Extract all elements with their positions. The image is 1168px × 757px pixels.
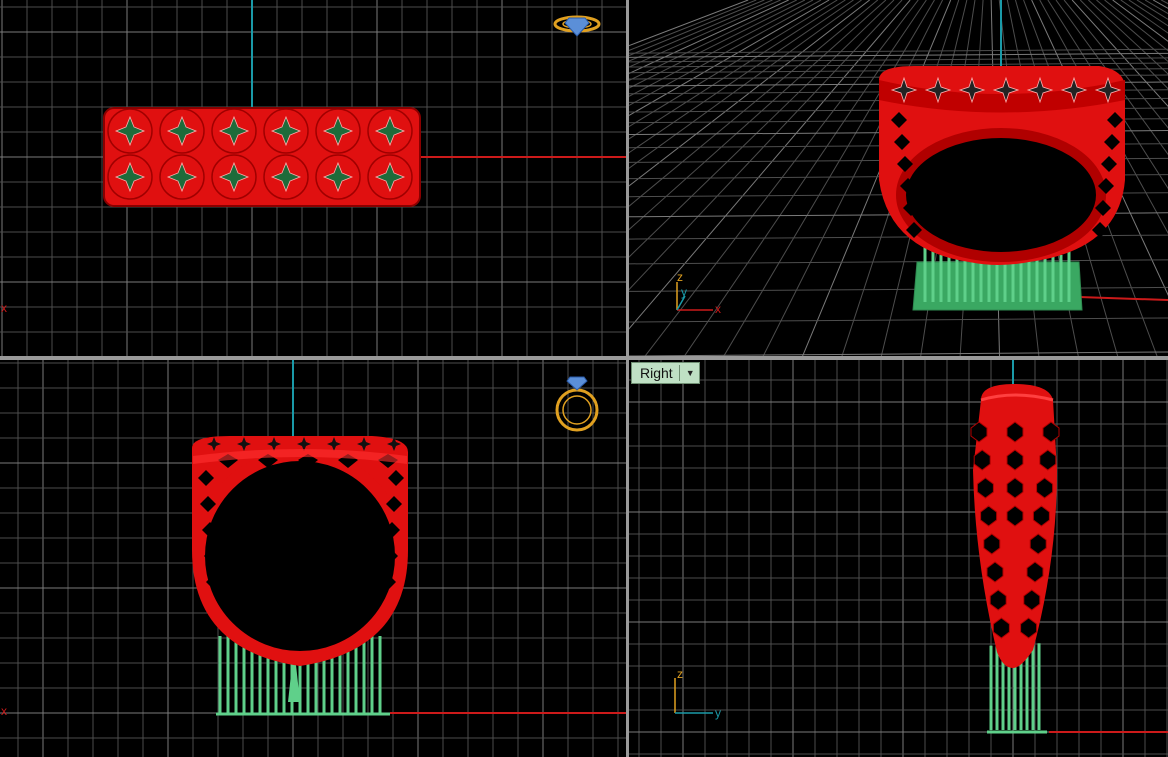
y-axis-label: y: [681, 285, 687, 299]
viewport-perspective[interactable]: z y x: [629, 0, 1168, 356]
viewport-right[interactable]: Right ▼ z y: [629, 360, 1168, 757]
x-axis-label: x: [1, 704, 7, 718]
viewport-title: Right: [640, 365, 673, 381]
z-axis-label: z: [677, 667, 683, 681]
front-viewport-canvas: x: [0, 360, 626, 757]
z-axis-label: z: [677, 270, 683, 284]
top-viewport-canvas: x: [0, 0, 626, 356]
ring-perspective-model[interactable]: [879, 65, 1125, 265]
ring-right-model[interactable]: [970, 384, 1060, 668]
viewport-dropdown-icon[interactable]: ▼: [686, 363, 695, 383]
y-axis-label: y: [715, 706, 721, 720]
ring-front-model[interactable]: [192, 436, 408, 666]
axis-triad: z y: [674, 667, 721, 720]
ring-front-view-icon[interactable]: [555, 376, 599, 432]
viewport-top[interactable]: x: [0, 0, 626, 356]
viewport-splitter-vertical[interactable]: [626, 0, 629, 757]
viewport-title-tab[interactable]: Right ▼: [631, 362, 700, 384]
grid: [629, 360, 1168, 757]
x-axis-label: x: [715, 302, 721, 316]
x-axis-label: x: [1, 301, 7, 315]
viewport-splitter-horizontal[interactable]: [0, 356, 1168, 360]
axis-triad: z y x: [676, 270, 721, 316]
x-axis-line: [1078, 296, 1168, 301]
right-viewport-canvas: z y: [629, 360, 1168, 757]
viewport-front[interactable]: x: [0, 360, 626, 757]
ring-top-model[interactable]: [103, 107, 421, 207]
perspective-viewport-canvas: z y x: [629, 0, 1168, 356]
ring-top-view-icon[interactable]: [553, 15, 601, 37]
